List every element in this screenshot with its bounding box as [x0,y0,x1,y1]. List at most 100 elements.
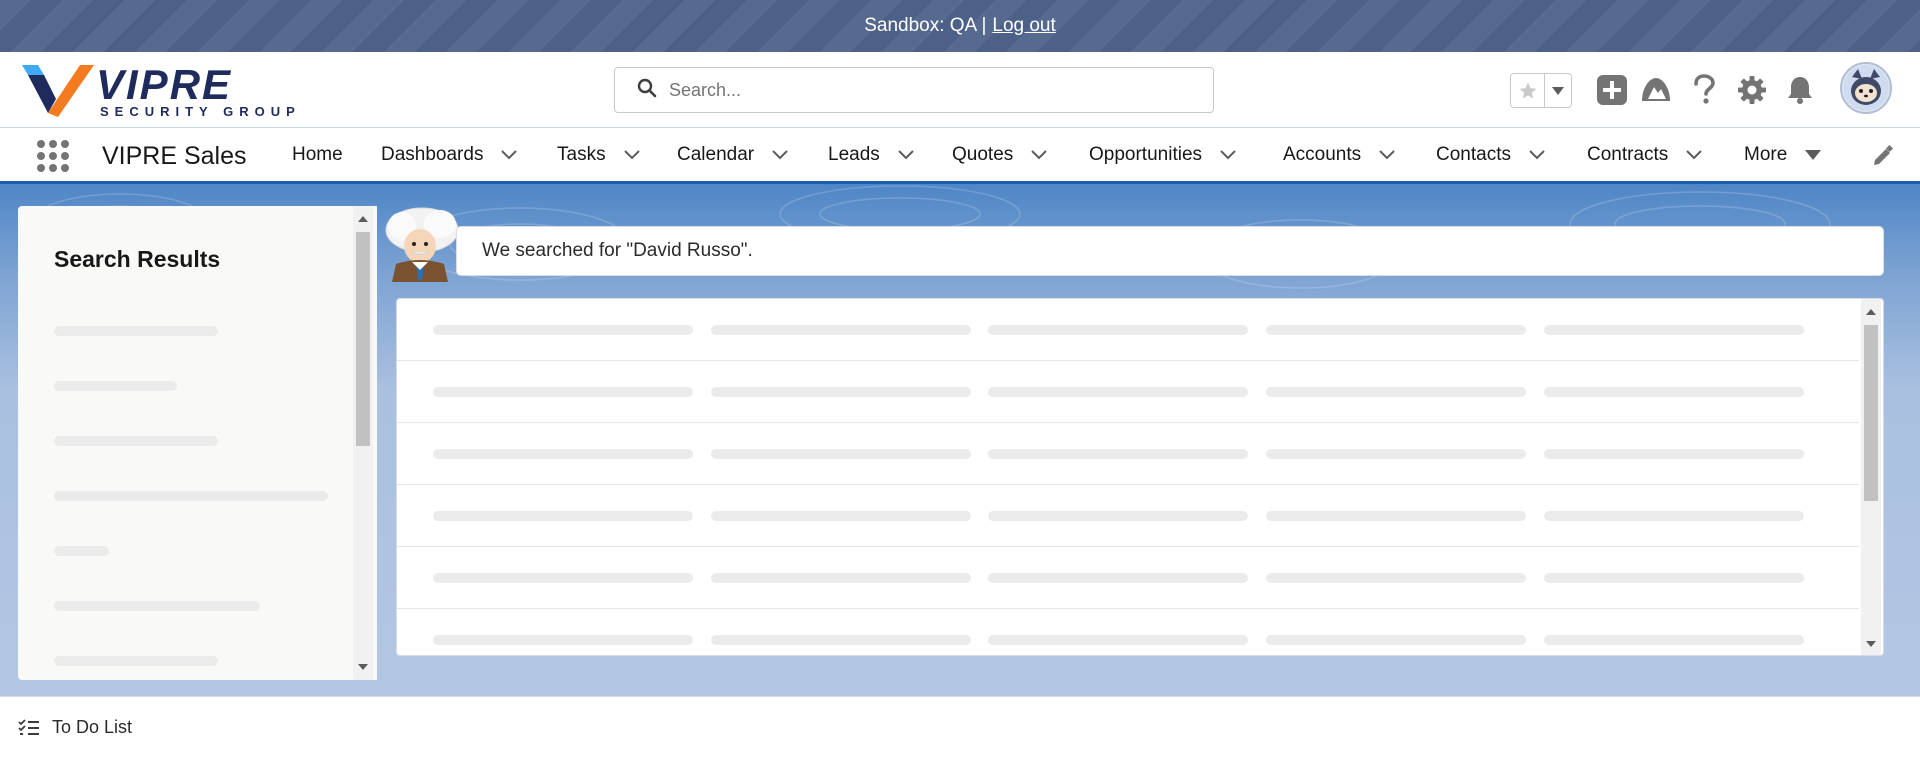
loading-placeholder [433,325,693,335]
search-message-text: We searched for "David Russo". [482,240,753,261]
app-name: VIPRE Sales [102,142,247,170]
loading-placeholder [988,449,1248,459]
loading-placeholder [1544,635,1804,645]
loading-placeholder [988,635,1248,645]
loading-placeholder [711,635,971,645]
nav-item-leads[interactable]: Leads [828,144,914,166]
loading-placeholder [711,511,971,521]
trailhead-icon [1642,78,1670,101]
loading-placeholder [54,546,109,556]
nav-item-label: Contracts [1587,144,1669,165]
favorites-group [1510,73,1572,108]
loading-placeholder [433,449,693,459]
loading-placeholder [711,573,971,583]
logo-wordmark: VIPRE [96,61,232,108]
help-button[interactable] [1684,70,1724,110]
search-icon [637,78,657,103]
table-row [397,361,1859,423]
favorites-star-button[interactable] [1511,74,1545,107]
global-search[interactable] [614,67,1214,113]
user-avatar[interactable] [1840,62,1892,114]
nav-item-label: Contacts [1436,144,1511,165]
nav-item-label: Accounts [1283,144,1362,165]
search-input[interactable] [669,79,1189,101]
nav-item-calendar[interactable]: Calendar [677,144,788,166]
notifications-button[interactable] [1780,70,1820,110]
loading-placeholder [433,387,693,397]
sandbox-banner: Sandbox: QA | Log out [0,0,1920,52]
utility-bar: To Do List [0,696,1920,758]
scroll-down-arrow-icon[interactable] [1866,641,1876,647]
sidebar-scrollbar[interactable] [353,206,373,680]
nav-item-accounts[interactable]: Accounts [1283,144,1395,166]
nav-item-opportunities[interactable]: Opportunities [1089,144,1236,166]
chevron-down-icon[interactable] [772,150,788,160]
todo-list-label: To Do List [52,717,133,737]
todo-list-button[interactable]: To Do List [18,717,132,738]
table-row [397,485,1859,547]
scroll-down-arrow-icon[interactable] [358,664,368,670]
loading-placeholder [433,573,693,583]
chevron-down-icon[interactable] [623,150,640,160]
loading-placeholder [711,387,971,397]
nav-item-label: Home [292,144,343,165]
chevron-down-icon[interactable] [1031,150,1047,160]
logout-link[interactable]: Log out [992,15,1055,37]
loading-placeholder [988,511,1248,521]
global-actions-button[interactable] [1592,70,1632,110]
todo-list-icon [18,718,39,735]
chevron-down-icon[interactable] [1379,150,1395,160]
scroll-up-arrow-icon[interactable] [1866,309,1876,315]
pencil-icon [1874,144,1894,165]
loading-placeholder [1266,325,1526,335]
table-row [397,609,1859,655]
loading-placeholder [711,449,971,459]
nav-item-tasks[interactable]: Tasks [557,144,640,166]
chevron-down-icon[interactable] [898,150,914,160]
table-row [397,423,1859,485]
vipre-logo[interactable]: VIPRE SECURITY GROUP [22,61,332,119]
setup-button[interactable] [1732,70,1772,110]
loading-placeholder [1266,387,1526,397]
loading-placeholder [54,436,218,446]
caret-down-icon[interactable] [1805,149,1822,161]
nav-item-dashboards[interactable]: Dashboards [381,144,518,166]
nav-item-label: Tasks [557,144,606,165]
loading-placeholder [54,656,218,666]
nav-item-home[interactable]: Home [292,144,343,166]
scrollbar-thumb[interactable] [1864,325,1878,501]
einstein-mascot [378,206,464,282]
app-launcher-icon [37,140,69,172]
einstein-icon [385,207,459,282]
scrollbar-thumb[interactable] [356,232,370,446]
loading-placeholder [988,387,1248,397]
table-row [397,299,1859,361]
edit-nav-button[interactable] [1872,144,1894,172]
nav-item-label: Dashboards [381,144,484,165]
loading-placeholder [1544,387,1804,397]
trailhead-button[interactable] [1636,70,1676,110]
nav-item-label: Calendar [677,144,755,165]
nav-item-more[interactable]: More [1744,144,1822,166]
chevron-down-icon[interactable] [1529,150,1545,160]
nav-item-contacts[interactable]: Contacts [1436,144,1545,166]
nav-item-label: More [1744,144,1788,165]
vipre-logo-mark-icon: VIPRE SECURITY GROUP [22,61,295,119]
chevron-down-icon[interactable] [501,150,518,160]
loading-placeholder [1544,325,1804,335]
chevron-down-icon[interactable] [1220,150,1236,160]
nav-item-quotes[interactable]: Quotes [952,144,1047,166]
favorites-dropdown-button[interactable] [1545,74,1571,107]
app-launcher-button[interactable] [36,139,70,173]
nav-item-contracts[interactable]: Contracts [1587,144,1703,166]
sandbox-label: Sandbox: QA | [864,15,987,36]
notification-bell-icon [1788,77,1812,104]
search-results-title: Search Results [54,246,221,272]
results-scrollbar[interactable] [1861,299,1881,655]
search-results-sidebar: Search Results [18,206,377,680]
chevron-down-icon[interactable] [1686,150,1703,160]
loading-placeholder [988,573,1248,583]
help-icon [1694,74,1715,104]
scroll-up-arrow-icon[interactable] [358,216,368,222]
nav-item-label: Quotes [952,144,1014,165]
